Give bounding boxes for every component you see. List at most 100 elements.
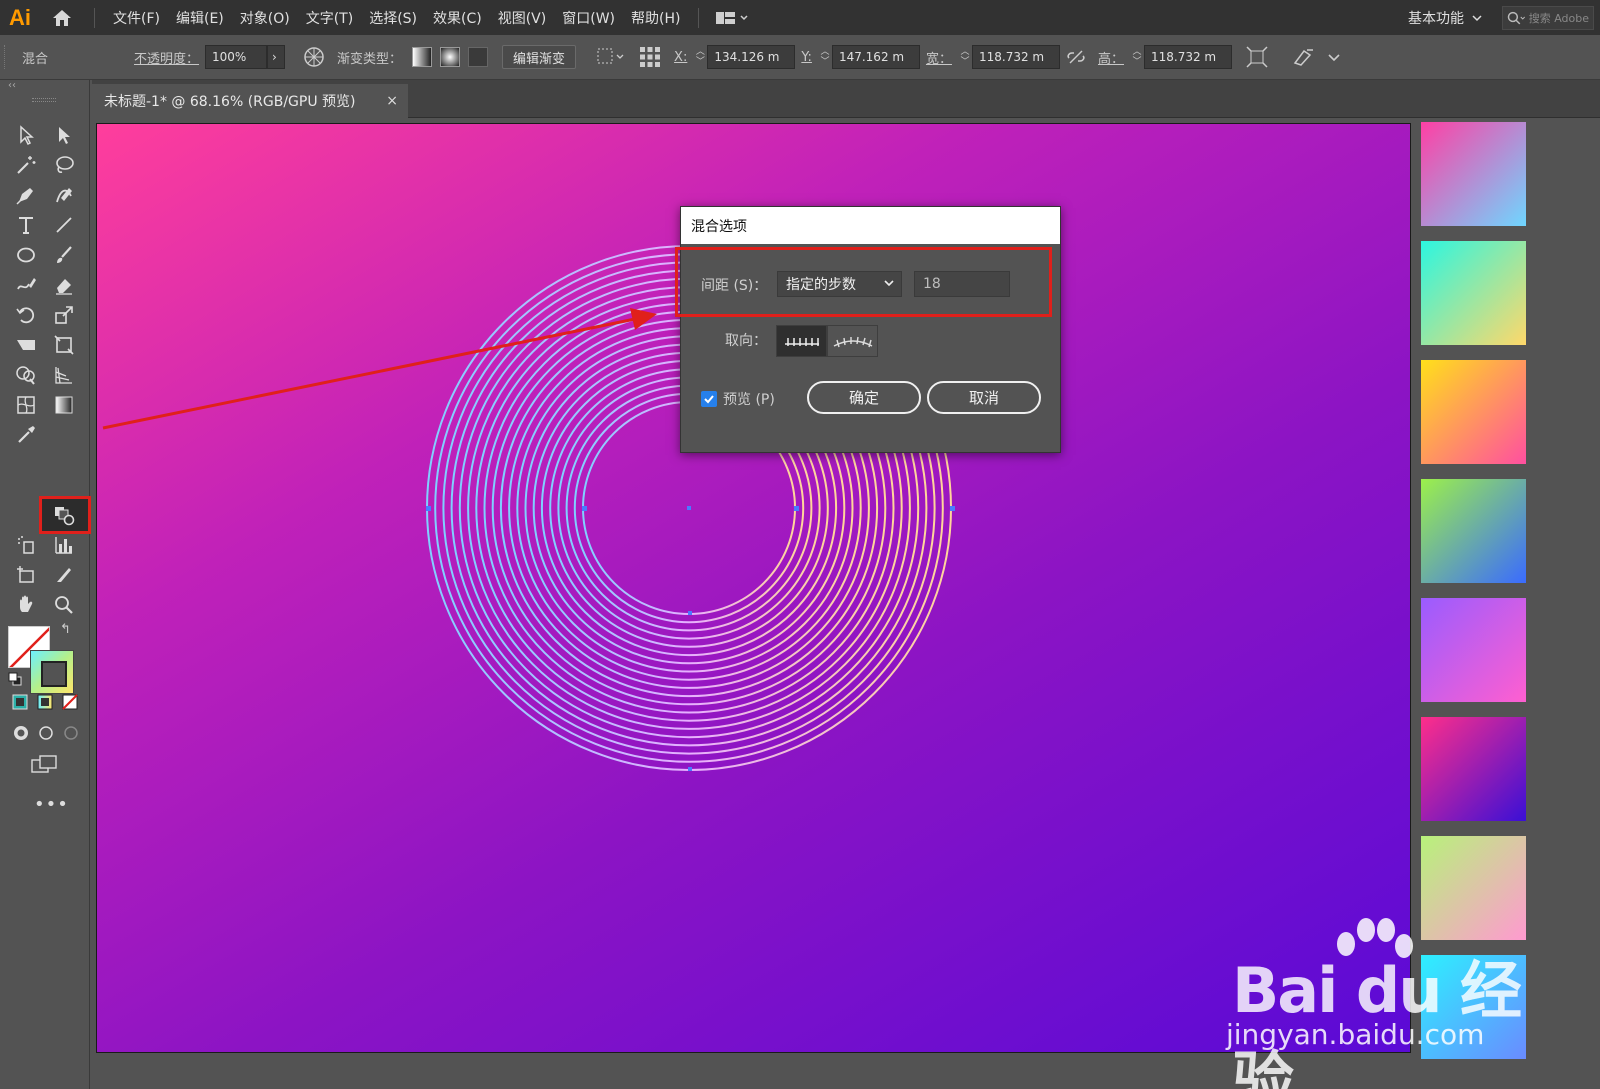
- artboard-tool-icon[interactable]: [12, 562, 40, 588]
- preview-label[interactable]: 预览 (P): [723, 389, 775, 409]
- y-spinner[interactable]: ︿ ﹀: [818, 45, 832, 69]
- menu-window[interactable]: 窗口(W): [554, 0, 623, 35]
- opacity-expand-chevron[interactable]: ›: [267, 45, 286, 69]
- isolate-group-icon[interactable]: [1292, 47, 1316, 67]
- opacity-label[interactable]: 不透明度：: [134, 48, 199, 67]
- preview-checkbox[interactable]: [701, 391, 717, 407]
- menu-separator: [698, 7, 700, 28]
- scale-tool-icon[interactable]: [50, 302, 78, 328]
- opacity-input[interactable]: 100%: [205, 45, 268, 69]
- x-input[interactable]: 134.126 m: [707, 45, 796, 69]
- column-graph-tool-icon[interactable]: [50, 532, 78, 558]
- menu-type[interactable]: 文字(T): [298, 0, 361, 35]
- x-spinner[interactable]: ︿ ﹀: [693, 45, 707, 69]
- draw-behind-icon[interactable]: [37, 724, 55, 746]
- close-tab-icon[interactable]: ×: [386, 93, 398, 109]
- ellipse-tool-icon[interactable]: [12, 242, 40, 268]
- menu-object[interactable]: 对象(O): [232, 0, 298, 35]
- width-tool-icon[interactable]: [12, 332, 40, 358]
- chevron-down-icon[interactable]: [1328, 52, 1340, 62]
- menu-view[interactable]: 视图(V): [490, 0, 555, 35]
- spacing-dropdown[interactable]: 指定的步数: [777, 271, 902, 297]
- stroke-swatch[interactable]: [30, 650, 74, 694]
- zoom-tool-icon[interactable]: [50, 592, 78, 618]
- color-mode-icon[interactable]: [12, 694, 28, 714]
- hand-tool-icon[interactable]: [12, 592, 40, 618]
- gradient-swatch[interactable]: [1421, 360, 1526, 464]
- menu-effect[interactable]: 效果(C): [425, 0, 490, 35]
- shape-builder-tool-icon[interactable]: [12, 362, 40, 388]
- curvature-tool-icon[interactable]: [50, 182, 78, 208]
- menu-select[interactable]: 选择(S): [361, 0, 425, 35]
- y-input[interactable]: 147.162 m: [831, 45, 920, 69]
- menu-help[interactable]: 帮助(H): [623, 0, 688, 35]
- lasso-tool-icon[interactable]: [50, 152, 78, 178]
- document-tab[interactable]: 未标题-1* @ 68.16% (RGB/GPU 预览) ×: [92, 84, 408, 118]
- align-to-page-button[interactable]: [776, 325, 827, 357]
- edit-gradient-button[interactable]: 编辑渐变: [502, 45, 577, 69]
- height-input[interactable]: 118.732 m: [1143, 45, 1232, 69]
- magic-wand-tool-icon[interactable]: [12, 152, 40, 178]
- more-tools-icon[interactable]: •••: [34, 794, 69, 815]
- collapse-panel-icon[interactable]: ‹‹: [8, 80, 16, 91]
- width-spinner[interactable]: ︿ ﹀: [958, 45, 972, 69]
- gradient-swatch[interactable]: [1421, 479, 1526, 583]
- height-spinner[interactable]: ︿ ﹀: [1130, 45, 1144, 69]
- gradient-swatch[interactable]: [1421, 955, 1526, 1059]
- search-icon: [1507, 11, 1525, 24]
- y-label: Y:: [801, 49, 812, 65]
- symbol-sprayer-tool-icon[interactable]: [12, 532, 40, 558]
- link-proportions-icon[interactable]: [1066, 49, 1086, 65]
- linear-gradient-button[interactable]: [412, 47, 433, 67]
- transform-icon[interactable]: [1246, 46, 1268, 68]
- home-icon[interactable]: [40, 8, 84, 28]
- panel-grip: [32, 98, 56, 102]
- reference-point-icon[interactable]: [638, 45, 662, 69]
- app-logo: Ai: [9, 4, 31, 30]
- none-mode-icon[interactable]: [62, 694, 78, 714]
- menu-edit[interactable]: 编辑(E): [168, 0, 232, 35]
- ok-button[interactable]: 确定: [807, 381, 921, 414]
- eraser-tool-icon[interactable]: [50, 272, 78, 298]
- rotate-tool-icon[interactable]: [12, 302, 40, 328]
- gradient-swatch[interactable]: [1421, 836, 1526, 940]
- workspace-switcher[interactable]: 基本功能: [1398, 8, 1492, 28]
- steps-input[interactable]: 18: [914, 271, 1010, 297]
- direct-selection-tool-icon[interactable]: [50, 122, 78, 148]
- shaper-tool-icon[interactable]: [12, 272, 40, 298]
- height-label: 高：: [1097, 51, 1124, 67]
- cancel-button[interactable]: 取消: [927, 381, 1041, 414]
- slice-tool-icon[interactable]: [50, 562, 78, 588]
- mesh-tool-icon[interactable]: [12, 392, 40, 418]
- gradient-mode-icon[interactable]: [37, 694, 53, 714]
- selection-tool-icon[interactable]: [12, 122, 40, 148]
- align-to-path-button[interactable]: [827, 325, 878, 357]
- paintbrush-tool-icon[interactable]: [50, 242, 78, 268]
- arrange-documents-icon[interactable]: [715, 10, 749, 26]
- pen-tool-icon[interactable]: [12, 182, 40, 208]
- gradient-swatch[interactable]: [1421, 598, 1526, 702]
- line-segment-tool-icon[interactable]: [50, 212, 78, 238]
- recolor-artwork-icon[interactable]: [303, 46, 325, 68]
- gradient-tool-icon[interactable]: [50, 392, 78, 418]
- blend-tool-icon[interactable]: [50, 502, 78, 528]
- type-tool-icon[interactable]: [12, 212, 40, 238]
- draw-normal-icon[interactable]: [12, 724, 30, 746]
- swap-fill-stroke-icon[interactable]: ↰: [60, 622, 71, 637]
- menu-file[interactable]: 文件(F): [105, 0, 168, 35]
- search-input[interactable]: 搜索 Adobe: [1502, 5, 1594, 30]
- gradient-swatch[interactable]: [1421, 241, 1526, 345]
- width-input[interactable]: 118.732 m: [971, 45, 1060, 69]
- control-bar: 混合 不透明度： 100% › 渐变类型： 编辑渐变 X: ︿ ﹀ 134.126…: [0, 35, 1600, 80]
- eyedropper-tool-icon[interactable]: [12, 422, 40, 448]
- align-options-icon[interactable]: [596, 47, 626, 67]
- radial-gradient-button[interactable]: [440, 47, 461, 67]
- draw-inside-icon[interactable]: [62, 724, 80, 746]
- default-fill-stroke-icon[interactable]: [8, 672, 22, 686]
- freeform-gradient-button[interactable]: [468, 47, 489, 67]
- free-transform-tool-icon[interactable]: [50, 332, 78, 358]
- change-screen-mode-icon[interactable]: [30, 754, 58, 780]
- gradient-swatch[interactable]: [1421, 122, 1526, 226]
- gradient-swatch[interactable]: [1421, 717, 1526, 821]
- perspective-grid-tool-icon[interactable]: [50, 362, 78, 388]
